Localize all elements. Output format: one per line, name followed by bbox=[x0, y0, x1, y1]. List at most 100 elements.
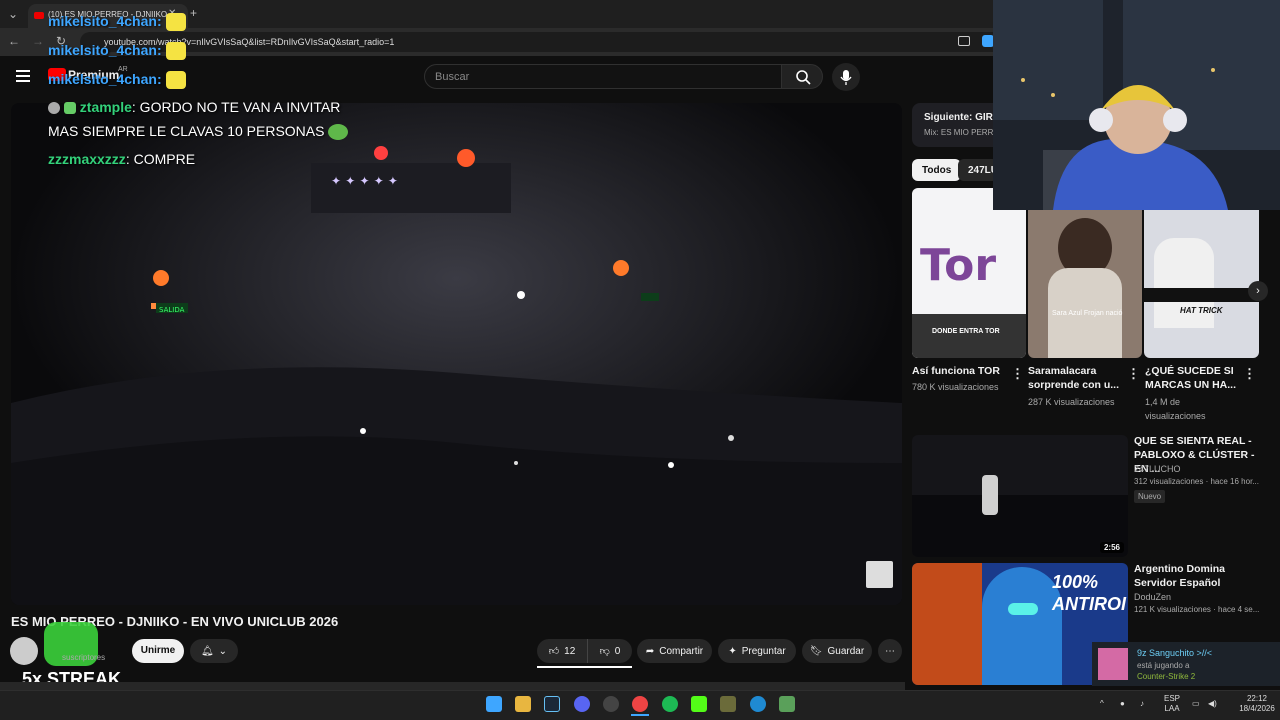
concert-scene: ✦ ✦ ✦ ✦ ✦ SALIDA bbox=[11, 103, 902, 605]
spotify-icon[interactable] bbox=[662, 696, 678, 712]
video-thumbnail[interactable]: 2:56 bbox=[912, 435, 1128, 557]
friend-avatar bbox=[1098, 648, 1128, 680]
webcam-overlay bbox=[993, 0, 1280, 210]
save-label: Guardar bbox=[827, 645, 865, 657]
short-thumbnail[interactable]: HAT TRICK bbox=[1144, 188, 1259, 358]
back-icon[interactable]: ← bbox=[8, 34, 20, 48]
time: 22:12 bbox=[1246, 694, 1268, 703]
chat-username: zzzmaxxzzz bbox=[48, 151, 126, 167]
tab-list-icon[interactable]: ⌄ bbox=[8, 7, 18, 21]
badge-icon bbox=[48, 102, 60, 115]
app-icon[interactable] bbox=[750, 696, 766, 712]
video-meta: 312 visualizaciones · hace 16 hor... bbox=[1134, 477, 1259, 486]
video-meta: 121 K visualizaciones · hace 4 se... bbox=[1134, 605, 1260, 614]
microphone-icon bbox=[840, 70, 852, 85]
playlist-panel[interactable] bbox=[912, 103, 1002, 147]
short-title[interactable]: Así funciona TOR bbox=[912, 364, 1007, 378]
friend-name: 9z Sanguchito >//< bbox=[1137, 648, 1213, 658]
chat-username: mikelsito_4chan: bbox=[48, 42, 162, 58]
ask-button[interactable]: ✦ Preguntar bbox=[718, 639, 796, 663]
short-title[interactable]: Saramalacara sorprende con u... bbox=[1028, 364, 1120, 392]
short-thumbnail[interactable]: Sara Azul Frojan nació bbox=[1028, 188, 1142, 358]
search-input[interactable]: Buscar bbox=[424, 64, 782, 89]
like-button[interactable]: 👍︎ 12 bbox=[537, 639, 587, 663]
chevron-down-icon: ⌄ bbox=[218, 645, 228, 657]
chat-text: MAS SIEMPRE LE CLAVAS 10 PERSONAS bbox=[48, 123, 325, 139]
network-icon[interactable]: ▭ bbox=[1192, 699, 1200, 709]
active-app-indicator bbox=[631, 714, 649, 716]
search-icon bbox=[796, 70, 811, 85]
channel-avatar[interactable] bbox=[10, 637, 38, 665]
chat-message: MAS SIEMPRE LE CLAVAS 10 PERSONAS bbox=[48, 123, 349, 141]
join-button[interactable]: Unirme bbox=[132, 639, 184, 663]
cast-icon[interactable] bbox=[958, 36, 970, 46]
chevron-right-icon[interactable]: › bbox=[1248, 281, 1268, 301]
video-title[interactable]: Argentino Domina Servidor Español bbox=[1134, 562, 1264, 590]
windows-start-icon[interactable] bbox=[486, 696, 502, 712]
tray-overflow-icon[interactable]: ^ bbox=[1100, 699, 1104, 709]
clock[interactable]: 22:12 18/4/2026 bbox=[1238, 694, 1276, 714]
thumb-text: Tor bbox=[920, 240, 997, 291]
pepe-emote-icon bbox=[328, 124, 349, 141]
more-icon[interactable]: ⋮ bbox=[1127, 366, 1140, 382]
url-field[interactable]: youtube.com/watch?v=nIlvGVIsSaQ&list=RDn… bbox=[80, 32, 1010, 52]
obs-icon[interactable] bbox=[603, 696, 619, 712]
thumbs-down-icon: 👎︎ bbox=[599, 646, 610, 657]
date: 18/4/2026 bbox=[1239, 704, 1275, 713]
volume-icon[interactable]: ◀) bbox=[1208, 699, 1217, 709]
chat-username: ztample bbox=[79, 99, 132, 115]
like-ratio-bar bbox=[537, 666, 632, 668]
share-icon: ➦ bbox=[645, 645, 655, 657]
menu-icon[interactable] bbox=[16, 70, 30, 82]
chat-message: mikelsito_4chan: bbox=[48, 13, 186, 32]
share-button[interactable]: ➦ Compartir bbox=[637, 639, 712, 663]
chat-message: zzzmaxxzzz: COMPRE bbox=[48, 151, 195, 167]
voice-search-button[interactable] bbox=[832, 63, 860, 91]
more-icon[interactable]: ⋮ bbox=[1243, 366, 1256, 382]
file-explorer-icon[interactable] bbox=[515, 696, 531, 712]
new-tab-icon[interactable]: + bbox=[190, 6, 197, 20]
app-icon[interactable] bbox=[720, 696, 736, 712]
chat-text: : COMPRE bbox=[125, 151, 196, 167]
steam-icon[interactable] bbox=[544, 696, 560, 712]
channel-name[interactable]: DoduZen bbox=[1134, 590, 1171, 604]
cat-emote-icon bbox=[165, 71, 186, 90]
chip-247lucho[interactable]: 247LU bbox=[958, 159, 998, 181]
save-button[interactable]: 🔖︎ Guardar bbox=[802, 639, 872, 663]
app-icon[interactable] bbox=[779, 696, 795, 712]
dislike-button[interactable]: 👎︎ 0 bbox=[587, 639, 632, 663]
chat-message: ztample: GORDO NO TE VAN A INVITAR bbox=[48, 99, 340, 115]
thumb-text: 100% ANTIROI bbox=[1052, 572, 1126, 614]
channel-name[interactable]: 247LUCHO bbox=[1134, 462, 1181, 476]
thumb-caption: Sara Azul Frojan nació bbox=[1052, 310, 1123, 317]
search-button[interactable] bbox=[781, 64, 823, 89]
cat-emote-icon bbox=[165, 13, 186, 32]
bookmark-icon: 🔖︎ bbox=[809, 645, 823, 657]
dislike-count: 0 bbox=[614, 645, 621, 657]
video-duration: 2:56 bbox=[1099, 542, 1124, 553]
thumbs-up-icon: 👍︎ bbox=[548, 646, 560, 657]
discord-icon[interactable] bbox=[574, 696, 590, 712]
chrome-icon[interactable] bbox=[632, 696, 648, 712]
chat-message: mikelsito_4chan: bbox=[48, 42, 186, 61]
steam-friend-notification[interactable]: 9z Sanguchito >//< está jugando a Counte… bbox=[1092, 642, 1280, 686]
bell-icon: 🔔︎ bbox=[200, 645, 214, 657]
more-icon[interactable]: ⋮ bbox=[1011, 366, 1024, 382]
forward-icon[interactable]: → bbox=[32, 34, 44, 48]
language-indicator[interactable]: ESP LAA bbox=[1164, 694, 1180, 714]
cat-emote-icon bbox=[165, 42, 186, 61]
ask-label: Preguntar bbox=[741, 645, 786, 657]
more-actions-button[interactable]: ⋯ bbox=[878, 639, 902, 663]
webcam-scene bbox=[993, 0, 1280, 210]
badge-icon bbox=[63, 102, 76, 115]
video-player[interactable]: ✦ ✦ ✦ ✦ ✦ SALIDA bbox=[11, 103, 902, 605]
notifications-button[interactable]: 🔔︎ ⌄ bbox=[190, 639, 238, 663]
tray-app-icon[interactable]: ● bbox=[1120, 699, 1125, 709]
microphone-tray-icon[interactable]: ♪ bbox=[1140, 699, 1144, 709]
share-label: Compartir bbox=[659, 645, 704, 657]
short-thumbnail[interactable]: Tor DONDE ENTRA TOR bbox=[912, 188, 1026, 358]
kick-icon[interactable] bbox=[691, 696, 707, 712]
short-title[interactable]: ¿QUÉ SUCEDE SI MARCAS UN HA... bbox=[1145, 364, 1237, 392]
short-views: 780 K visualizaciones bbox=[912, 382, 999, 392]
chip-all[interactable]: Todos bbox=[912, 159, 962, 181]
